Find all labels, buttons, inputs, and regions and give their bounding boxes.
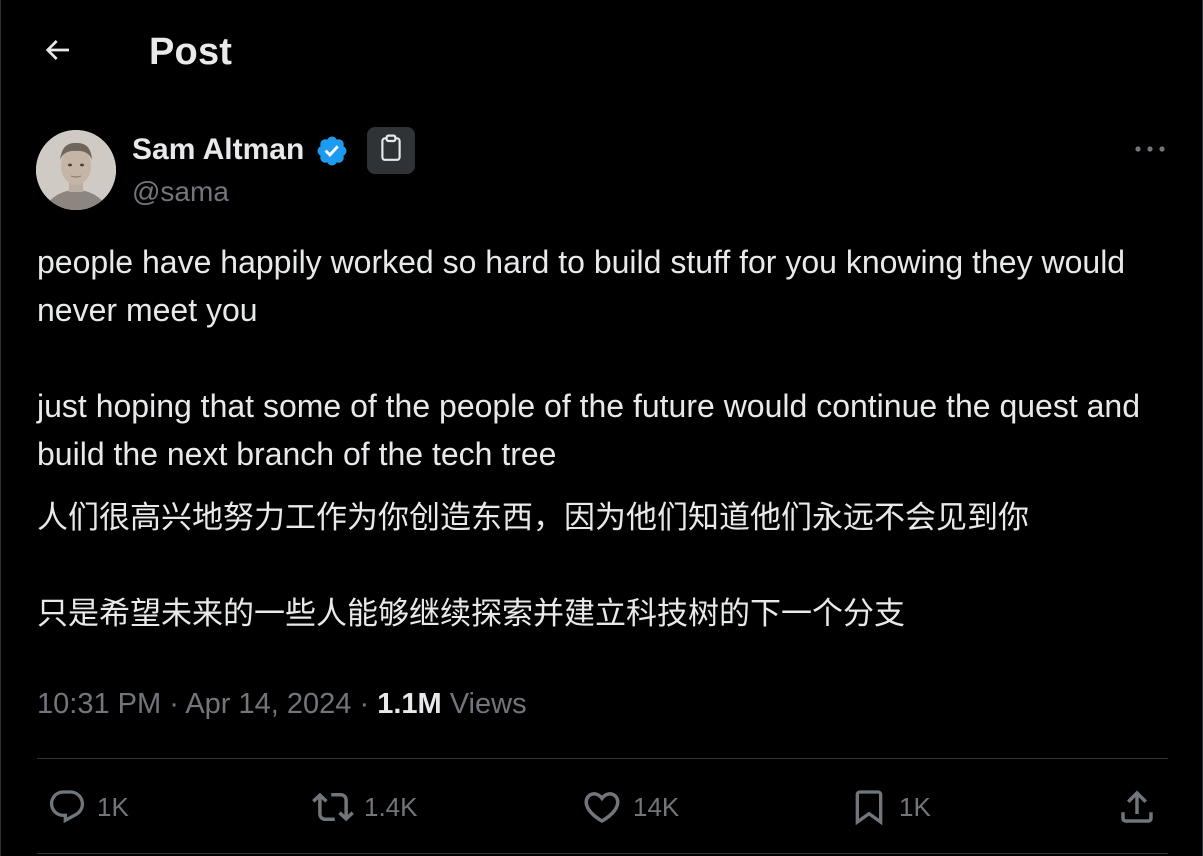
meta-separator: · (359, 688, 378, 720)
tweet-text: people have happily worked so hard to bu… (37, 244, 1140, 472)
share-button[interactable] (1116, 782, 1158, 832)
repost-button[interactable]: 1.4K (312, 782, 418, 832)
affiliation-badge[interactable] (367, 127, 415, 174)
post-page: Post Sam Altman @sama people have happil… (0, 0, 1203, 856)
like-count: 14K (633, 791, 680, 822)
divider (37, 758, 1168, 759)
tweet-date[interactable]: Apr 14, 2024 (185, 688, 351, 720)
arrow-left-icon (41, 34, 73, 71)
repost-icon (312, 786, 354, 828)
author-handle[interactable]: @sama (132, 176, 229, 208)
views-label: Views (449, 688, 527, 720)
heart-icon (581, 786, 623, 828)
more-horizontal-icon (1134, 141, 1166, 159)
tweet-time[interactable]: 10:31 PM (37, 688, 161, 720)
avatar[interactable] (36, 130, 116, 210)
page-header: Post (1, 0, 1202, 106)
share-icon (1116, 786, 1158, 828)
tweet-meta: 10:31 PM · Apr 14, 2024 · 1.1M Views (37, 688, 527, 721)
verified-badge-icon (315, 134, 349, 168)
reply-button[interactable]: 1K (47, 782, 129, 832)
divider (37, 853, 1168, 854)
clipboard-icon (378, 134, 404, 167)
like-button[interactable]: 14K (581, 782, 679, 832)
bookmark-button[interactable]: 1K (849, 782, 931, 832)
reply-icon (47, 787, 87, 827)
back-button[interactable] (35, 30, 79, 74)
more-options-button[interactable] (1125, 130, 1175, 170)
bookmark-count: 1K (899, 791, 931, 822)
tweet-translation-text: 人们很高兴地努力工作为你创造东西，因为他们知道他们永远不会见到你 只是希望未来的… (37, 500, 1029, 632)
reply-count: 1K (97, 791, 129, 822)
repost-count: 1.4K (364, 791, 418, 822)
page-title: Post (149, 31, 233, 73)
views-count: 1.1M (377, 688, 442, 720)
meta-separator: · (169, 688, 186, 720)
author-name[interactable]: Sam Altman (132, 133, 304, 167)
bookmark-icon (849, 786, 889, 828)
